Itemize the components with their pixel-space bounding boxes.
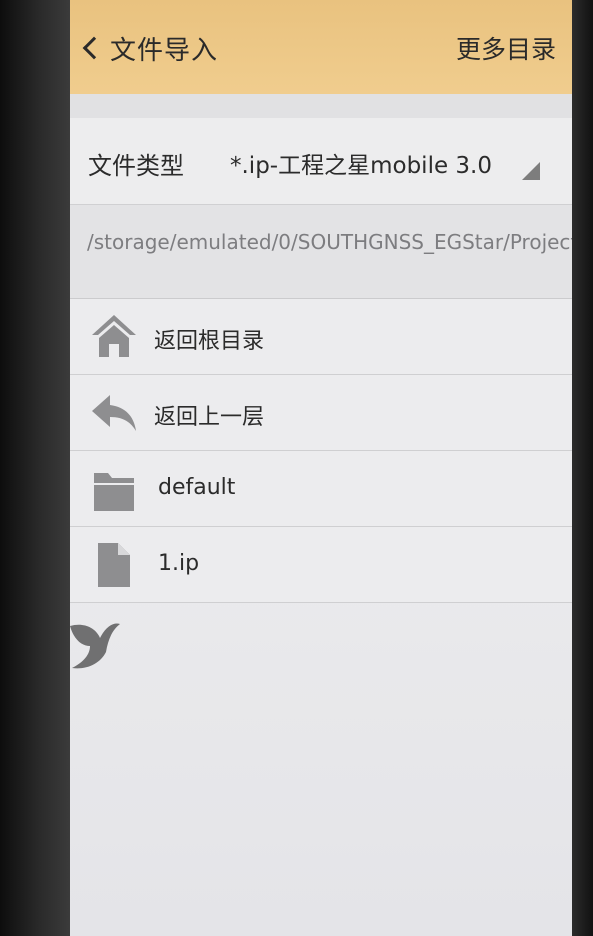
list-item-label: default <box>158 475 236 500</box>
watermark-bird-icon <box>70 623 120 669</box>
home-icon <box>92 315 136 357</box>
back-arrow-icon <box>92 395 136 431</box>
back-button[interactable]: 文件导入 <box>80 28 218 68</box>
path-text: /storage/emulated/0/SOUTHGNSS_EGStar/Pro… <box>87 230 572 254</box>
more-directories-button[interactable]: 更多目录 <box>456 30 556 66</box>
list-item-label: 返回上一层 <box>154 405 265 430</box>
file-icon <box>98 543 130 587</box>
file-type-row: 文件类型 *.ip-工程之星mobile 3.0 <box>70 118 572 205</box>
page-title: 文件导入 <box>110 35 219 66</box>
folder-icon <box>94 473 134 511</box>
list-item-up[interactable]: 返回上一层 <box>70 375 572 451</box>
current-path: /storage/emulated/0/SOUTHGNSS_EGStar/Pro… <box>70 205 572 299</box>
list-item-folder[interactable]: default <box>70 451 572 527</box>
dropdown-triangle-icon[interactable] <box>522 162 540 180</box>
phone-screen: 文件导入 更多目录 文件类型 *.ip-工程之星mobile 3.0 /stor… <box>70 0 572 936</box>
file-type-label: 文件类型 <box>88 152 184 180</box>
header-spacer <box>70 94 572 118</box>
list-item-root[interactable]: 返回根目录 <box>70 299 572 375</box>
app-header: 文件导入 更多目录 <box>70 0 572 94</box>
list-item-label: 1.ip <box>158 551 200 576</box>
list-item-file[interactable]: 1.ip <box>70 527 572 603</box>
device-bezel-right <box>570 0 593 936</box>
file-type-select[interactable]: *.ip-工程之星mobile 3.0 <box>230 146 492 180</box>
chevron-left-icon <box>82 36 106 60</box>
list-item-label: 返回根目录 <box>154 329 265 354</box>
device-bezel-left <box>0 0 72 936</box>
